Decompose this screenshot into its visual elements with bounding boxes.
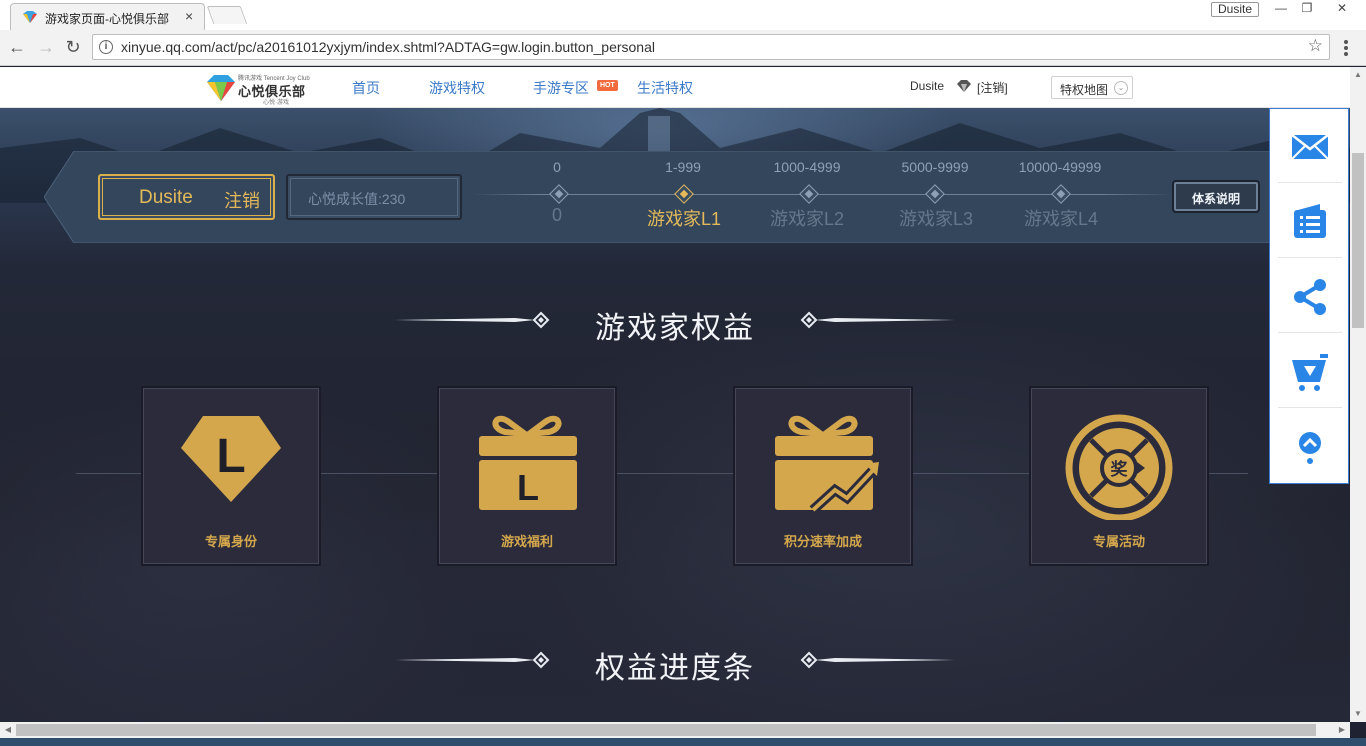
xinyue-diamond-logo-icon [207, 75, 235, 101]
benefit-card-game-welfare[interactable]: L 游戏福利 [437, 386, 617, 566]
gift-l-letter: L [517, 467, 539, 508]
level-range-1: 1-999 [665, 159, 701, 175]
chevron-down-icon: ⌄ [1114, 81, 1128, 95]
prize-wheel-char: 奖 [1111, 459, 1129, 480]
level-bar: Dusite 注销 心悦成长值:230 0 0 1-999 游戏家L1 1000… [44, 151, 1280, 243]
diamond-l-icon: L [181, 416, 281, 502]
cart-icon [1292, 354, 1328, 391]
xinyue-favicon-icon [23, 11, 37, 23]
scroll-right-arrow-icon[interactable]: ▶ [1334, 722, 1350, 738]
floating-side-panel [1269, 108, 1349, 484]
browser-tab[interactable]: 游戏家页面-心悦俱乐部 × [10, 3, 205, 30]
progress-section-title: 权益进度条 [395, 643, 955, 685]
tab-close-icon[interactable]: × [185, 8, 193, 24]
browser-toolbar: ← → ↻ i xinyue.qq.com/act/pc/a20161012yx… [0, 30, 1366, 66]
benefit-label-game-welfare: 游戏福利 [500, 534, 553, 549]
reload-button[interactable]: ↻ [62, 36, 84, 58]
horizontal-scroll-thumb[interactable] [16, 724, 1316, 736]
scroll-down-arrow-icon[interactable]: ▼ [1350, 706, 1366, 722]
level-name-4: 游戏家L4 [1023, 209, 1099, 229]
address-bar[interactable]: i xinyue.qq.com/act/pc/a20161012yxjym/in… [92, 34, 1330, 60]
level-name-2: 游戏家L2 [769, 209, 845, 229]
level-name-0: 0 [551, 205, 563, 225]
level-range-4: 10000-49999 [1018, 159, 1102, 175]
bookmark-star-icon[interactable]: ☆ [1308, 36, 1323, 56]
title-ornament-right [800, 311, 955, 329]
benefit-label-points-boost: 积分速率加成 [783, 534, 862, 549]
diamond-l-letter: L [216, 430, 245, 483]
privilege-map-select[interactable]: 特权地图 ⌄ [1051, 76, 1133, 99]
header-username[interactable]: Dusite [910, 79, 944, 93]
growth-value-box: 心悦成长值:230 [286, 174, 462, 220]
side-share-button[interactable] [1278, 259, 1342, 333]
site-header: 腾讯游戏 Tencent Joy Club 心悦俱乐部 心悦·游戏 首页 游戏特… [0, 67, 1350, 108]
forward-button[interactable]: → [35, 36, 57, 58]
benefit-card-identity[interactable]: L 专属身份 [141, 386, 321, 566]
minimize-button[interactable]: — [1268, 0, 1294, 18]
back-to-top-icon [1299, 432, 1321, 464]
nav-game-privilege[interactable]: 游戏特权 [429, 78, 485, 98]
vertical-scroll-thumb[interactable] [1352, 153, 1364, 328]
benefit-label-exclusive-event: 专属活动 [1092, 534, 1145, 549]
level-range-0: 0 [553, 159, 561, 175]
level-username: Dusite [139, 187, 193, 208]
url-text[interactable]: xinyue.qq.com/act/pc/a20161012yxjym/inde… [121, 39, 655, 55]
tab-title: 游戏家页面-心悦俱乐部 [45, 12, 169, 26]
nav-mobile-games[interactable]: 手游专区 [533, 78, 589, 98]
side-back-to-top-button[interactable] [1278, 409, 1342, 483]
user-name-box: Dusite 注销 [98, 174, 275, 220]
scroll-up-arrow-icon[interactable]: ▲ [1350, 67, 1366, 83]
nav-home[interactable]: 首页 [352, 78, 380, 98]
page-info-icon[interactable]: i [99, 40, 113, 54]
vip-gem-icon [957, 80, 971, 92]
header-logout-link[interactable]: [注销] [977, 79, 1008, 96]
side-mail-button[interactable] [1278, 109, 1342, 183]
gift-growth-icon [775, 415, 879, 514]
prize-wheel-icon: 奖 [1065, 414, 1173, 520]
scroll-left-arrow-icon[interactable]: ◀ [0, 722, 16, 738]
logo-subtext: 心悦·游戏 [263, 100, 289, 106]
title-ornament-right [800, 651, 955, 669]
vertical-scrollbar[interactable]: ▲ ▼ [1350, 67, 1366, 722]
level-range-3: 5000-9999 [901, 159, 969, 175]
side-list-button[interactable] [1278, 184, 1342, 258]
new-tab-button[interactable] [206, 6, 248, 24]
benefit-label-identity: 专属身份 [204, 534, 257, 549]
benefits-section-title: 游戏家权益 [395, 303, 955, 345]
side-cart-button[interactable] [1278, 334, 1342, 408]
benefit-card-points-boost[interactable]: 积分速率加成 [733, 386, 913, 566]
close-window-button[interactable]: ✕ [1322, 0, 1362, 18]
page-viewport: 腾讯游戏 Tencent Joy Club 心悦俱乐部 心悦·游戏 首页 游戏特… [0, 67, 1350, 722]
list-icon [1294, 204, 1326, 238]
system-explain-label: 体系说明 [1191, 192, 1240, 206]
os-taskbar [0, 738, 1366, 746]
nav-life-privilege[interactable]: 生活特权 [637, 78, 693, 98]
profile-button[interactable]: Dusite [1211, 2, 1259, 17]
growth-value: 心悦成长值:230 [308, 191, 406, 207]
share-icon [1294, 279, 1326, 315]
benefit-card-exclusive-event[interactable]: 奖 专属活动 [1029, 386, 1209, 566]
back-button[interactable]: ← [6, 36, 28, 58]
level-range-2: 1000-4999 [773, 159, 841, 175]
level-name-1: 游戏家L1 [646, 209, 722, 229]
privilege-map-label: 特权地图 [1060, 83, 1109, 97]
mail-icon [1291, 134, 1329, 160]
level-name-3: 游戏家L3 [898, 209, 974, 229]
hot-badge: HOT [597, 80, 618, 91]
level-logout-button[interactable]: 注销 [224, 187, 260, 213]
browser-tab-strip: 游戏家页面-心悦俱乐部 × Dusite — ❐ ✕ [0, 0, 1366, 30]
gift-l-icon: L [479, 415, 577, 510]
horizontal-scrollbar[interactable]: ◀ ▶ [0, 722, 1350, 738]
browser-menu-icon[interactable] [1338, 38, 1354, 58]
system-explain-button[interactable]: 体系说明 [1172, 180, 1260, 213]
restore-button[interactable]: ❐ [1294, 0, 1320, 18]
xinyue-logo[interactable]: 腾讯游戏 Tencent Joy Club 心悦俱乐部 心悦·游戏 [207, 72, 310, 106]
